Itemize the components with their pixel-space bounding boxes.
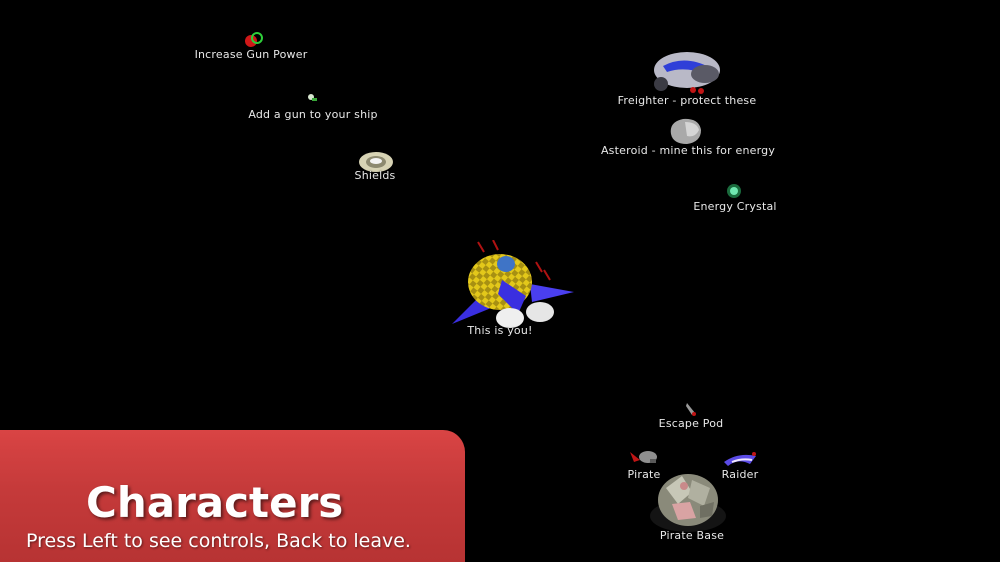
gun-power-label: Increase Gun Power [194, 48, 308, 61]
gun-power-pickup-icon [245, 32, 263, 47]
pirate-ship-icon [630, 451, 657, 463]
escape-pod-label: Escape Pod [658, 417, 724, 430]
add-gun-label: Add a gun to your ship [248, 108, 378, 121]
player-ship-icon [452, 240, 574, 328]
player-label: This is you! [467, 324, 533, 337]
shields-label: Shields [354, 169, 396, 182]
escape-pod-icon [686, 403, 696, 416]
energy-crystal-label: Energy Crystal [693, 200, 777, 213]
panel-title: Characters [86, 478, 344, 527]
pirate-base-icon [650, 474, 726, 532]
asteroid-icon [670, 118, 701, 144]
asteroid-label: Asteroid - mine this for energy [600, 144, 776, 157]
pirate-base-label: Pirate Base [659, 529, 725, 542]
add-gun-pickup-icon [308, 94, 317, 101]
freighter-ship-icon [654, 52, 720, 94]
energy-crystal-icon [727, 184, 741, 198]
freighter-label: Freighter - protect these [617, 94, 757, 107]
panel-hint: Press Left to see controls, Back to leav… [26, 530, 411, 552]
